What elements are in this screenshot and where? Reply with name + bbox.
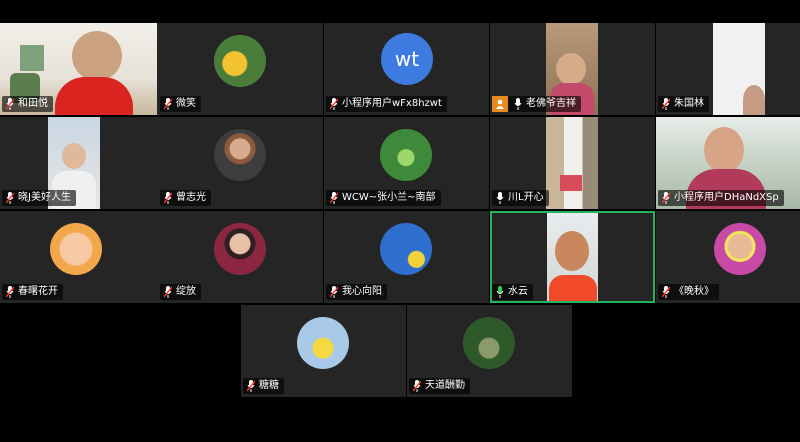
participant-name-bar: 曾志光 — [160, 190, 211, 206]
video-feed — [713, 23, 765, 115]
avatar — [214, 129, 266, 181]
participant-tile[interactable]: 曾志光 — [158, 117, 323, 209]
mic-active-icon — [496, 286, 504, 298]
participant-name: 糖糖 — [259, 380, 279, 391]
participant-tile[interactable]: 绽放 — [158, 211, 323, 303]
participant-tile[interactable]: 《晚秋》 — [656, 211, 800, 303]
participant-tile-active-speaker[interactable]: 水云 — [490, 211, 655, 303]
participant-tile[interactable]: 晓J美好人生 — [0, 117, 165, 209]
mic-muted-icon — [164, 286, 172, 298]
participant-name-bar: 《晚秋》 — [658, 284, 719, 300]
participant-name-bar: 绽放 — [160, 284, 201, 300]
participant-tile[interactable]: 我心向阳 — [324, 211, 489, 303]
avatar — [463, 317, 515, 369]
mic-muted-icon — [164, 98, 172, 110]
participant-tile[interactable]: 和田悦 — [0, 23, 165, 115]
participant-name: 《晚秋》 — [674, 286, 714, 297]
participant-name: 小程序用户wFx8hzwt — [342, 98, 442, 109]
participant-name: 绽放 — [176, 286, 196, 297]
participant-name: 朱国林 — [674, 98, 704, 109]
avatar: wt — [381, 33, 433, 85]
avatar — [50, 223, 102, 275]
participant-tile[interactable]: wt 小程序用户wFx8hzwt — [324, 23, 489, 115]
mic-muted-icon — [413, 380, 421, 392]
mic-muted-icon — [247, 380, 255, 392]
participant-name-bar: 朱国林 — [658, 96, 709, 112]
participant-name-bar: 糖糖 — [243, 378, 284, 394]
participant-name: WCW~张小兰~南部 — [342, 192, 436, 203]
mic-muted-icon — [330, 286, 338, 298]
participant-tile[interactable]: 老佛爷吉祥 — [490, 23, 655, 115]
participant-name: 川L开心 — [508, 192, 544, 203]
avatar — [714, 223, 766, 275]
participant-name-bar: 川L开心 — [492, 190, 549, 206]
participant-tile[interactable]: 春曙花开 — [0, 211, 165, 303]
video-feed — [546, 117, 598, 209]
participant-tile[interactable]: 微笑 — [158, 23, 323, 115]
avatar — [380, 223, 432, 275]
participant-name-bar: WCW~张小兰~南部 — [326, 190, 441, 206]
host-icon — [492, 96, 508, 112]
participant-tile[interactable]: 糖糖 — [241, 305, 406, 397]
participant-name: 小程序用户DHaNdXSp — [674, 192, 779, 203]
participant-name-bar: 微笑 — [160, 96, 201, 112]
participant-name-bar: 晓J美好人生 — [2, 190, 76, 206]
mic-muted-icon — [6, 286, 14, 298]
participant-name: 晓J美好人生 — [18, 192, 71, 203]
mic-icon — [496, 192, 504, 204]
participant-name: 天道酬勤 — [425, 380, 465, 391]
avatar — [380, 129, 432, 181]
participant-name: 和田悦 — [18, 98, 48, 109]
mic-muted-icon — [662, 98, 670, 110]
participant-tile[interactable]: 小程序用户DHaNdXSp — [656, 117, 800, 209]
participant-tile[interactable]: WCW~张小兰~南部 — [324, 117, 489, 209]
avatar — [214, 223, 266, 275]
participant-name-bar: 天道酬勤 — [409, 378, 470, 394]
participant-name: 水云 — [508, 286, 528, 297]
participant-tile[interactable]: 朱国林 — [656, 23, 800, 115]
participant-name-bar: 小程序用户wFx8hzwt — [326, 96, 447, 112]
participant-name-bar: 和田悦 — [2, 96, 53, 112]
mic-muted-icon — [6, 192, 14, 204]
participant-name-bar: 我心向阳 — [326, 284, 387, 300]
participant-name: 我心向阳 — [342, 286, 382, 297]
participant-name: 微笑 — [176, 98, 196, 109]
mic-icon — [514, 98, 522, 110]
participant-name-bar: 老佛爷吉祥 — [492, 96, 581, 112]
mic-muted-icon — [330, 98, 338, 110]
mic-muted-icon — [6, 98, 14, 110]
avatar — [297, 317, 349, 369]
participant-tile[interactable]: 天道酬勤 — [407, 305, 572, 397]
mic-muted-icon — [662, 192, 670, 204]
participant-tile[interactable]: 川L开心 — [490, 117, 655, 209]
participant-name: 曾志光 — [176, 192, 206, 203]
mic-muted-icon — [662, 286, 670, 298]
mic-muted-icon — [164, 192, 172, 204]
participant-name: 老佛爷吉祥 — [526, 98, 576, 109]
video-feed — [547, 213, 598, 301]
participant-name-bar: 小程序用户DHaNdXSp — [658, 190, 784, 206]
mic-muted-icon — [330, 192, 338, 204]
participant-name: 春曙花开 — [18, 286, 58, 297]
avatar — [214, 35, 266, 87]
participant-name-bar: 水云 — [492, 284, 533, 300]
participant-name-bar: 春曙花开 — [2, 284, 63, 300]
